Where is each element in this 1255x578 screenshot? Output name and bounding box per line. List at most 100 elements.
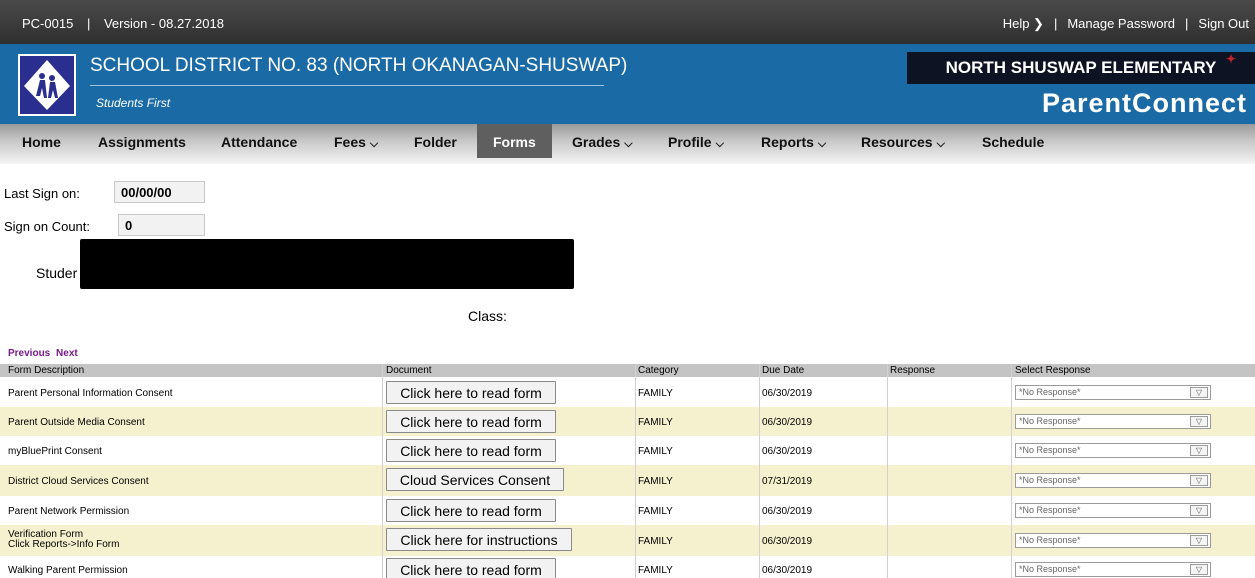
category: FAMILY	[638, 417, 673, 428]
chevron-down-icon: ▽	[1190, 564, 1208, 575]
separator: |	[86, 16, 91, 31]
nav-profile[interactable]: Profile ⌵	[668, 124, 724, 158]
next-link[interactable]: Next	[56, 348, 78, 359]
top-links: Help ❯ | Manage Password | Sign Out	[1003, 16, 1249, 32]
nav-schedule[interactable]: Schedule	[982, 124, 1044, 158]
read-form-button[interactable]: Click here to read form	[386, 381, 556, 404]
chevron-down-icon: ⌵	[936, 138, 945, 150]
previous-link[interactable]: Previous	[8, 348, 50, 359]
select-value: *No Response*	[1019, 387, 1081, 397]
school-name: NORTH SHUSWAP ELEMENTARY	[945, 58, 1217, 77]
col-select-response: Select Response	[1015, 365, 1091, 376]
category: FAMILY	[638, 476, 673, 487]
due-date: 06/30/2019	[762, 536, 813, 547]
column-divider	[887, 364, 888, 578]
column-divider	[635, 364, 636, 578]
chevron-down-icon: ▽	[1190, 387, 1208, 398]
nav-resources[interactable]: Resources ⌵	[861, 124, 945, 158]
instructions-button[interactable]: Click here for instructions	[386, 528, 572, 551]
column-divider	[1011, 364, 1012, 578]
response-select[interactable]: *No Response* ▽	[1015, 385, 1211, 400]
nav-reports[interactable]: Reports ⌵	[761, 124, 826, 158]
response-select[interactable]: *No Response* ▽	[1015, 562, 1211, 577]
nav-grades[interactable]: Grades ⌵	[572, 124, 633, 158]
separator: |	[1185, 16, 1189, 31]
chevron-down-icon: ⌵	[624, 138, 633, 150]
table-row: District Cloud Services Consent Cloud Se…	[0, 465, 1255, 496]
nav-forms[interactable]: Forms	[477, 124, 552, 158]
select-value: *No Response*	[1019, 445, 1081, 455]
cloud-services-consent-button[interactable]: Cloud Services Consent	[386, 468, 564, 491]
district-name: SCHOOL DISTRICT NO. 83 (NORTH OKANAGAN-S…	[90, 55, 628, 76]
chevron-down-icon: ⌵	[817, 138, 827, 150]
select-value: *No Response*	[1019, 505, 1081, 515]
due-date: 06/30/2019	[762, 446, 813, 457]
due-date: 07/31/2019	[762, 476, 813, 487]
category: FAMILY	[638, 506, 673, 517]
read-form-button[interactable]: Click here to read form	[386, 439, 556, 462]
form-description: Parent Outside Media Consent	[8, 417, 145, 428]
form-description: Parent Network Permission	[8, 506, 130, 517]
nav-home[interactable]: Home	[22, 124, 61, 158]
select-value: *No Response*	[1019, 475, 1081, 485]
sign-on-count-value: 0	[118, 214, 205, 236]
response-select[interactable]: *No Response* ▽	[1015, 473, 1211, 488]
chevron-down-icon: ▽	[1190, 535, 1208, 546]
last-sign-on-label: Last Sign on:	[4, 186, 80, 201]
separator: |	[1053, 16, 1058, 31]
response-select[interactable]: *No Response* ▽	[1015, 443, 1211, 458]
chevron-down-icon: ▽	[1190, 505, 1208, 516]
nav-assignments[interactable]: Assignments	[98, 124, 186, 158]
chevron-down-icon: ▽	[1190, 445, 1208, 456]
response-select[interactable]: *No Response* ▽	[1015, 414, 1211, 429]
nav-fees[interactable]: Fees ⌵	[334, 124, 378, 158]
help-menu[interactable]: Help ❯	[1003, 16, 1044, 32]
page-code: PC-0015	[22, 16, 74, 31]
table-row: Parent Personal Information Consent Clic…	[0, 378, 1255, 407]
nav-attendance[interactable]: Attendance	[221, 124, 297, 158]
response-select[interactable]: *No Response* ▽	[1015, 503, 1211, 518]
district-logo	[18, 54, 76, 116]
read-form-button[interactable]: Click here to read form	[386, 558, 556, 578]
redacted-student-name	[80, 239, 574, 289]
nav-label: Reports	[761, 134, 814, 150]
district-tagline: Students First	[96, 96, 171, 110]
chevron-down-icon: ▽	[1190, 475, 1208, 486]
maple-leaf-icon: ✦	[1225, 52, 1237, 66]
table-header: Form Description Document Category Due D…	[0, 364, 1255, 377]
select-value: *No Response*	[1019, 535, 1081, 545]
version-info: PC-0015 | Version - 08.27.2018	[22, 16, 234, 31]
chevron-down-icon: ▽	[1190, 416, 1208, 427]
category: FAMILY	[638, 536, 673, 547]
school-crossing-icon	[24, 60, 70, 110]
sign-out-link[interactable]: Sign Out	[1198, 16, 1249, 32]
nav-folder[interactable]: Folder	[414, 124, 457, 158]
site-header: SCHOOL DISTRICT NO. 83 (NORTH OKANAGAN-S…	[0, 44, 1255, 124]
nav-label: Resources	[861, 134, 933, 150]
read-form-button[interactable]: Click here to read form	[386, 499, 556, 522]
nav-label: Grades	[572, 134, 621, 150]
col-form-description: Form Description	[8, 365, 85, 376]
manage-password-link[interactable]: Manage Password	[1067, 16, 1175, 32]
school-name-banner: NORTH SHUSWAP ELEMENTARY ✦	[907, 52, 1255, 84]
class-label: Class:	[468, 308, 507, 324]
col-category: Category	[638, 365, 679, 376]
chevron-down-icon: ⌵	[369, 138, 379, 150]
pager: Previous Next	[8, 348, 81, 359]
read-form-button[interactable]: Click here to read form	[386, 410, 556, 433]
main-nav: Home Assignments Attendance Fees ⌵ Folder…	[0, 124, 1255, 164]
last-sign-on-value: 00/00/00	[114, 181, 205, 203]
column-divider	[382, 364, 383, 578]
table-row: Parent Outside Media Consent Click here …	[0, 407, 1255, 436]
sign-on-count-label: Sign on Count:	[4, 219, 91, 234]
due-date: 06/30/2019	[762, 565, 813, 576]
student-label: Studer	[36, 265, 78, 281]
response-select[interactable]: *No Response* ▽	[1015, 533, 1211, 548]
due-date: 06/30/2019	[762, 506, 813, 517]
category: FAMILY	[638, 388, 673, 399]
form-description: District Cloud Services Consent	[8, 476, 149, 487]
table-row: Parent Network Permission Click here to …	[0, 496, 1255, 525]
chevron-down-icon: ⌵	[715, 138, 724, 150]
col-document: Document	[386, 365, 432, 376]
col-due-date: Due Date	[762, 365, 805, 376]
